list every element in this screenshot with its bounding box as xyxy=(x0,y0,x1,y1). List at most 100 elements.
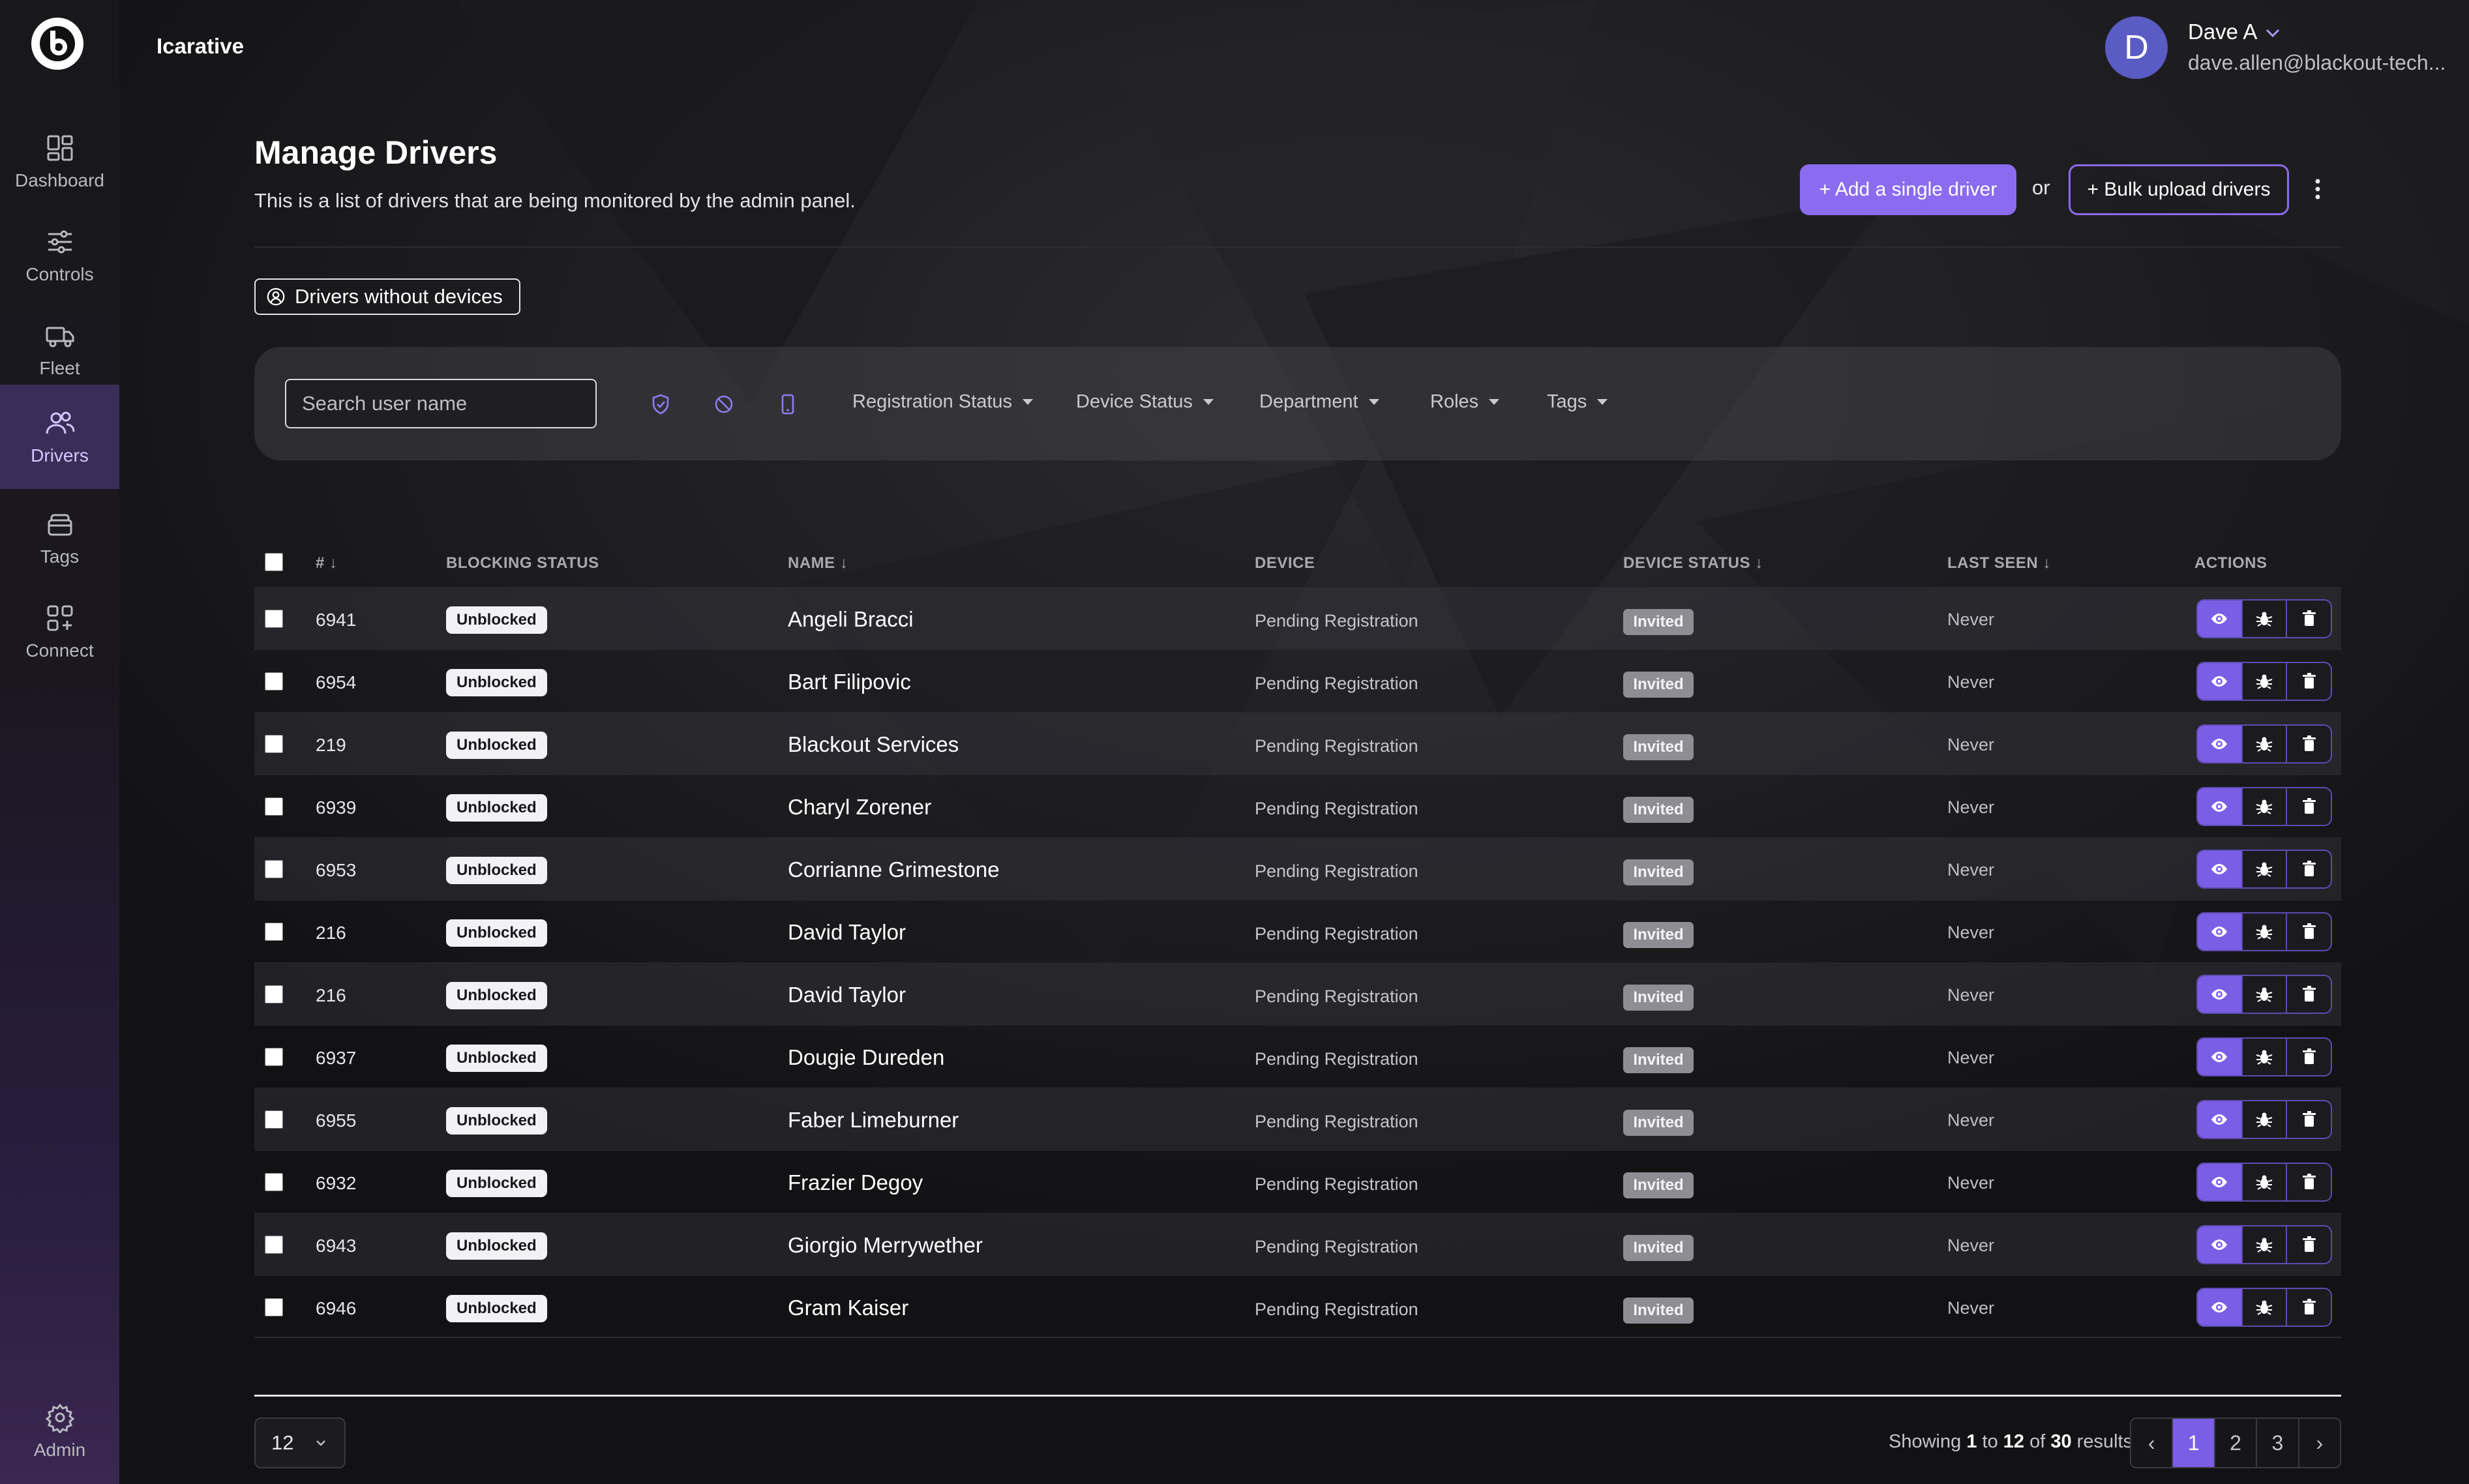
view-driver-button[interactable] xyxy=(2198,601,2243,637)
view-driver-button[interactable] xyxy=(2198,913,2243,950)
row-checkbox[interactable] xyxy=(265,672,283,690)
tags-dropdown[interactable]: Tags xyxy=(1547,391,1608,413)
header-divider xyxy=(254,246,2341,248)
delete-driver-button[interactable] xyxy=(2287,1101,2331,1138)
sidebar-item-connect[interactable]: Connect xyxy=(0,589,119,674)
device-value: Pending Registration xyxy=(1255,987,1418,1006)
shield-check-icon[interactable] xyxy=(649,393,672,416)
column-header-device-status[interactable]: DEVICE STATUS ↓ xyxy=(1623,554,1763,572)
delete-driver-button[interactable] xyxy=(2287,663,2331,700)
row-checkbox[interactable] xyxy=(265,923,283,941)
view-driver-button[interactable] xyxy=(2198,1289,2243,1326)
drivers-without-devices-button[interactable]: Drivers without devices xyxy=(254,278,520,315)
debug-driver-button[interactable] xyxy=(2243,976,2288,1013)
row-checkbox[interactable] xyxy=(265,610,283,628)
row-checkbox[interactable] xyxy=(265,1236,283,1254)
sidebar-item-fleet[interactable]: Fleet xyxy=(0,307,119,392)
row-checkbox[interactable] xyxy=(265,860,283,878)
view-driver-button[interactable] xyxy=(2198,851,2243,887)
chevron-down-icon[interactable] xyxy=(2263,23,2282,43)
delete-driver-button[interactable] xyxy=(2287,976,2331,1013)
filter-bar: Registration Status Device Status Depart… xyxy=(254,347,2341,460)
delete-driver-button[interactable] xyxy=(2287,601,2331,637)
column-header-id[interactable]: # ↓ xyxy=(316,554,338,572)
department-dropdown[interactable]: Department xyxy=(1259,391,1379,413)
row-checkbox[interactable] xyxy=(265,735,283,753)
bulk-upload-button[interactable]: + Bulk upload drivers xyxy=(2069,164,2289,215)
driver-id: 216 xyxy=(316,985,346,1005)
debug-driver-button[interactable] xyxy=(2243,1164,2288,1200)
delete-driver-button[interactable] xyxy=(2287,1226,2331,1263)
user-avatar[interactable]: D xyxy=(2105,16,2168,79)
view-driver-button[interactable] xyxy=(2198,976,2243,1013)
prev-page-button[interactable]: ‹ xyxy=(2131,1419,2174,1467)
view-driver-button[interactable] xyxy=(2198,1039,2243,1075)
sidebar-item-label: Controls xyxy=(25,264,94,284)
delete-driver-button[interactable] xyxy=(2287,913,2331,950)
table-row: 6939 Unblocked Charyl Zorener Pending Regis… xyxy=(254,775,2341,837)
eye-icon xyxy=(2211,1302,2228,1313)
sidebar-item-drivers[interactable]: Drivers xyxy=(0,385,119,489)
delete-driver-button[interactable] xyxy=(2287,788,2331,825)
sidebar-item-dashboard[interactable]: Dashboard xyxy=(0,119,119,204)
next-page-button[interactable]: › xyxy=(2299,1419,2340,1467)
sidebar-item-controls[interactable]: Controls xyxy=(0,213,119,298)
page-button-2[interactable]: 2 xyxy=(2215,1419,2258,1467)
search-input[interactable] xyxy=(285,379,597,428)
blocked-icon[interactable] xyxy=(712,393,736,416)
row-actions xyxy=(2196,599,2332,638)
registration-status-dropdown[interactable]: Registration Status xyxy=(852,391,1034,413)
driver-id: 216 xyxy=(316,923,346,943)
debug-driver-button[interactable] xyxy=(2243,1226,2288,1263)
row-checkbox[interactable] xyxy=(265,797,283,816)
delete-driver-button[interactable] xyxy=(2287,851,2331,887)
bug-icon xyxy=(2256,1175,2273,1190)
debug-driver-button[interactable] xyxy=(2243,1101,2288,1138)
select-all-checkbox[interactable] xyxy=(265,553,283,571)
debug-driver-button[interactable] xyxy=(2243,851,2288,887)
delete-driver-button[interactable] xyxy=(2287,1164,2331,1200)
view-driver-button[interactable] xyxy=(2198,1101,2243,1138)
view-driver-button[interactable] xyxy=(2198,1164,2243,1200)
sidebar-item-tags[interactable]: Tags xyxy=(0,496,119,580)
bug-icon xyxy=(2256,674,2273,689)
driver-name: Faber Limeburner xyxy=(788,1108,959,1132)
column-header-blocking-status: BLOCKING STATUS xyxy=(446,554,599,572)
debug-driver-button[interactable] xyxy=(2243,726,2288,762)
view-driver-button[interactable] xyxy=(2198,788,2243,825)
row-checkbox[interactable] xyxy=(265,1048,283,1066)
device-status-dropdown[interactable]: Device Status xyxy=(1076,391,1214,413)
debug-driver-button[interactable] xyxy=(2243,1039,2288,1075)
row-checkbox[interactable] xyxy=(265,1298,283,1316)
column-header-last-seen[interactable]: LAST SEEN ↓ xyxy=(1947,554,2051,572)
per-page-select[interactable]: 12 xyxy=(254,1417,346,1468)
view-driver-button[interactable] xyxy=(2198,663,2243,700)
debug-driver-button[interactable] xyxy=(2243,913,2288,950)
mobile-device-icon[interactable] xyxy=(776,393,800,416)
debug-driver-button[interactable] xyxy=(2243,1289,2288,1326)
sidebar-item-admin[interactable]: Admin xyxy=(0,1389,119,1474)
more-options-icon[interactable] xyxy=(2310,175,2326,203)
roles-dropdown[interactable]: Roles xyxy=(1430,391,1500,413)
delete-driver-button[interactable] xyxy=(2287,1289,2331,1326)
row-checkbox[interactable] xyxy=(265,1110,283,1129)
debug-driver-button[interactable] xyxy=(2243,788,2288,825)
row-checkbox[interactable] xyxy=(265,1173,283,1191)
eye-icon xyxy=(2211,1114,2228,1125)
debug-driver-button[interactable] xyxy=(2243,601,2288,637)
delete-driver-button[interactable] xyxy=(2287,1039,2331,1075)
row-checkbox[interactable] xyxy=(265,985,283,1003)
page-button-3[interactable]: 3 xyxy=(2257,1419,2299,1467)
app-logo[interactable] xyxy=(31,18,83,70)
view-driver-button[interactable] xyxy=(2198,1226,2243,1263)
view-driver-button[interactable] xyxy=(2198,726,2243,762)
showing-total: 30 xyxy=(2050,1431,2072,1452)
page-button-1[interactable]: 1 xyxy=(2173,1419,2215,1467)
user-name[interactable]: Dave A xyxy=(2188,20,2257,44)
gear-icon xyxy=(45,1403,74,1433)
add-driver-button[interactable]: + Add a single driver xyxy=(1800,164,2016,215)
column-header-name[interactable]: NAME ↓ xyxy=(788,554,848,572)
delete-driver-button[interactable] xyxy=(2287,726,2331,762)
debug-driver-button[interactable] xyxy=(2243,663,2288,700)
blocking-status-badge: Unblocked xyxy=(446,1107,547,1135)
